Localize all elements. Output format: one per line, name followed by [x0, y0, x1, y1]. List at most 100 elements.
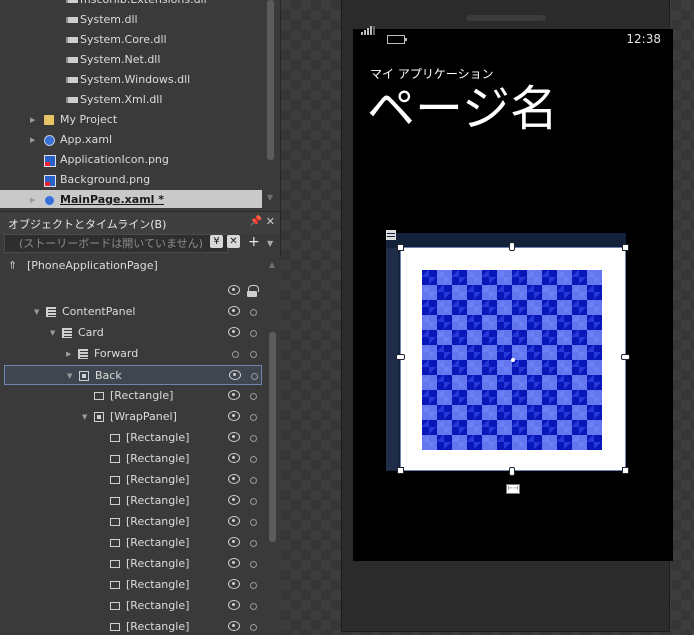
eye-icon[interactable]: [228, 306, 240, 316]
lock-toggle-icon[interactable]: [250, 519, 257, 526]
resize-handle-bl[interactable]: [397, 467, 404, 474]
collapse-arrow-icon[interactable]: ▼: [34, 302, 39, 322]
eye-icon[interactable]: [228, 600, 240, 610]
lock-icon[interactable]: [247, 285, 259, 297]
lock-toggle-icon[interactable]: [250, 540, 257, 547]
tree-node[interactable]: [Rectangle]: [0, 428, 264, 448]
selected-card[interactable]: [396, 242, 630, 476]
resize-handle-top[interactable]: [509, 242, 515, 251]
chevron-down-icon[interactable]: ▼: [267, 235, 273, 252]
tree-node[interactable]: ▼ Back: [4, 365, 262, 385]
eye-icon[interactable]: [228, 537, 240, 547]
project-scroll-thumb[interactable]: [267, 0, 274, 160]
lock-toggle-icon[interactable]: [250, 624, 257, 631]
eye-icon[interactable]: [228, 579, 240, 589]
close-storyboard-icon[interactable]: ✕: [227, 235, 240, 248]
project-item[interactable]: ApplicationIcon.png: [0, 150, 262, 170]
resize-handle-tl[interactable]: [397, 244, 404, 251]
project-item[interactable]: ▶ My Project: [0, 110, 262, 130]
expand-arrow-icon[interactable]: ▶: [30, 190, 35, 208]
storyboard-field[interactable]: (ストーリーボードは開いていません): [4, 234, 228, 253]
scroll-up-arrow-icon[interactable]: ▲: [269, 260, 275, 269]
tree-node[interactable]: [Rectangle]: [0, 533, 264, 553]
resize-handle-bottom[interactable]: [509, 467, 515, 476]
eye-icon[interactable]: [228, 285, 240, 295]
lock-toggle-icon[interactable]: [250, 477, 257, 484]
artboard[interactable]: 12:38 マイ アプリケーション ページ名 ⊢⊣: [281, 0, 694, 635]
project-item[interactable]: System.Net.dll: [0, 50, 262, 70]
expand-arrow-icon[interactable]: ▶: [66, 344, 71, 364]
tree-root-row[interactable]: ⇑ [PhoneApplicationPage]: [0, 256, 264, 276]
tree-node[interactable]: [Rectangle]: [0, 491, 264, 511]
eye-icon[interactable]: [228, 474, 240, 484]
lock-toggle-icon[interactable]: [250, 456, 257, 463]
lock-toggle-icon[interactable]: [250, 582, 257, 589]
tree-node[interactable]: [Rectangle]: [0, 596, 264, 616]
lock-toggle-icon[interactable]: [250, 414, 257, 421]
eye-icon[interactable]: [228, 453, 240, 463]
resize-handle-right[interactable]: [621, 354, 630, 360]
lock-toggle-icon[interactable]: [250, 330, 257, 337]
collapse-arrow-icon[interactable]: ▼: [50, 323, 55, 343]
tree-node[interactable]: ▼ [WrapPanel]: [0, 407, 264, 427]
lock-toggle-icon[interactable]: [250, 351, 257, 358]
phone-screen[interactable]: 12:38 マイ アプリケーション ページ名 ⊢⊣: [353, 26, 673, 561]
objects-scrollbar[interactable]: ▲: [264, 256, 282, 635]
eye-icon[interactable]: [228, 411, 240, 421]
lock-toggle-icon[interactable]: [250, 435, 257, 442]
project-scrollbar[interactable]: ▼: [262, 0, 280, 208]
eye-icon[interactable]: [228, 516, 240, 526]
center-point[interactable]: [511, 358, 515, 362]
eye-icon[interactable]: [228, 390, 240, 400]
tree-node[interactable]: [Rectangle]: [0, 386, 264, 406]
resize-handle-br[interactable]: [622, 467, 629, 474]
project-item[interactable]: System.Xml.dll: [0, 90, 262, 110]
scroll-down-arrow-icon[interactable]: ▼: [267, 193, 273, 202]
project-item[interactable]: System.Core.dll: [0, 30, 262, 50]
objects-scroll-thumb[interactable]: [269, 332, 276, 542]
tree-node[interactable]: [Rectangle]: [0, 554, 264, 574]
add-storyboard-icon[interactable]: +: [248, 234, 260, 251]
collapse-arrow-icon[interactable]: ▼: [67, 366, 72, 386]
tree-node[interactable]: ▶ Forward: [0, 344, 264, 364]
resize-handle-tr[interactable]: [622, 244, 629, 251]
project-item[interactable]: System.Windows.dll: [0, 70, 262, 90]
lock-toggle-icon[interactable]: [250, 603, 257, 610]
pin-icon[interactable]: 📌: [250, 216, 262, 227]
project-item[interactable]: Background.png: [0, 170, 262, 190]
scope-up-icon[interactable]: ⇑: [8, 256, 17, 276]
tree-node[interactable]: ▼ ContentPanel: [0, 302, 264, 322]
margin-adorner-icon[interactable]: ⊢⊣: [506, 484, 520, 494]
lock-toggle-icon[interactable]: [250, 393, 257, 400]
tree-node[interactable]: [Rectangle]: [0, 512, 264, 532]
eye-icon[interactable]: [228, 495, 240, 505]
collapse-arrow-icon[interactable]: ▼: [82, 407, 87, 427]
lock-toggle-icon[interactable]: [250, 498, 257, 505]
eye-icon[interactable]: [228, 432, 240, 442]
project-item[interactable]: ▶ App.xaml: [0, 130, 262, 150]
eye-icon[interactable]: [228, 558, 240, 568]
tree-node[interactable]: [Rectangle]: [0, 575, 264, 595]
lock-toggle-icon[interactable]: [250, 561, 257, 568]
lock-toggle-icon[interactable]: [251, 373, 258, 380]
tree-node[interactable]: [Rectangle]: [0, 449, 264, 469]
eye-icon[interactable]: [228, 327, 240, 337]
storyboard-dropdown-icon[interactable]: ¥: [210, 235, 223, 248]
project-item[interactable]: System.dll: [0, 10, 262, 30]
grid-adorner-icon[interactable]: [386, 230, 396, 240]
tree-node[interactable]: ▼ Card: [0, 323, 264, 343]
project-item[interactable]: mscorlib.Extensions.dll: [0, 0, 262, 10]
lock-toggle-icon[interactable]: [250, 309, 257, 316]
tree-node[interactable]: [Rectangle]: [0, 470, 264, 490]
project-item[interactable]: ▶ MainPage.xaml *: [0, 190, 262, 208]
project-item-label: mscorlib.Extensions.dll: [80, 0, 207, 10]
eye-icon[interactable]: [229, 370, 241, 380]
expand-arrow-icon[interactable]: ▶: [30, 130, 35, 150]
visibility-toggle-icon[interactable]: [232, 351, 239, 358]
close-icon[interactable]: ✕: [266, 215, 275, 228]
resize-handle-left[interactable]: [396, 354, 405, 360]
eye-icon[interactable]: [228, 621, 240, 631]
page-title[interactable]: ページ名: [367, 79, 558, 139]
expand-arrow-icon[interactable]: ▶: [30, 110, 35, 130]
tree-node[interactable]: [Rectangle]: [0, 617, 264, 635]
